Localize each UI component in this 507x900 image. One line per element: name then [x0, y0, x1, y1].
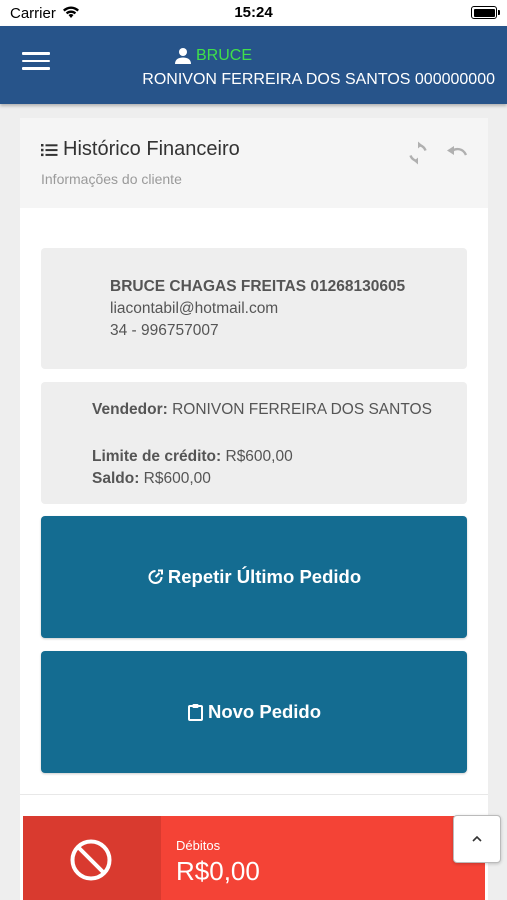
hamburger-icon[interactable] — [22, 52, 50, 74]
chevron-up-icon — [472, 835, 482, 842]
balance-value: R$600,00 — [139, 470, 211, 487]
debits-panel: Débitos R$0,00 — [23, 816, 485, 900]
battery-icon — [471, 6, 500, 19]
person-icon — [175, 48, 191, 64]
user-name: BRUCE — [196, 47, 253, 64]
client-email: liacontabil@hotmail.com — [110, 300, 279, 317]
debits-label: Débitos — [176, 838, 221, 853]
new-order-label: Novo Pedido — [207, 701, 322, 722]
client-name: BRUCE CHAGAS FREITAS 01268130605 — [110, 278, 406, 295]
divider — [20, 794, 488, 795]
card-header: Histórico Financeiro Informações do clie… — [20, 118, 488, 208]
credit-limit-row: Limite de crédito: R$600,00 — [92, 448, 293, 466]
status-bar: Carrier 15:24 — [0, 0, 507, 26]
client-phone: 34 - 996757007 — [110, 322, 219, 339]
app-bar: BRUCE RONIVON FERREIRA DOS SANTOS 000000… — [0, 26, 507, 104]
seller-value: RONIVON FERREIRA DOS SANTOS — [167, 401, 432, 418]
main-card: Histórico Financeiro Informações do clie… — [20, 118, 488, 900]
debits-icon-area — [23, 816, 161, 900]
user-row: BRUCE — [174, 44, 252, 68]
seller-row: Vendedor: RONIVON FERREIRA DOS SANTOS — [92, 401, 432, 419]
undo-icon[interactable] — [444, 140, 470, 166]
page-subtitle: Informações do cliente — [41, 171, 182, 187]
seller-label: Vendedor: — [92, 401, 168, 418]
list-icon — [41, 143, 58, 156]
debits-value: R$0,00 — [176, 856, 260, 886]
refresh-icon[interactable] — [405, 140, 431, 166]
page-title: Histórico Financeiro — [63, 138, 240, 160]
credit-limit-label: Limite de crédito: — [92, 448, 222, 465]
clock: 15:24 — [234, 4, 273, 21]
seller-line: RONIVON FERREIRA DOS SANTOS 000000000 — [142, 71, 495, 88]
vendor-info-box: Vendedor: RONIVON FERREIRA DOS SANTOS Li… — [41, 382, 467, 504]
repeat-last-order-button[interactable]: Repetir Último Pedido — [41, 516, 467, 638]
credit-limit-value: R$600,00 — [221, 448, 293, 465]
client-info-box: BRUCE CHAGAS FREITAS 01268130605 liacont… — [41, 248, 467, 369]
repeat-last-order-label: Repetir Último Pedido — [167, 566, 362, 587]
ban-icon — [70, 839, 112, 881]
repeat-icon — [148, 569, 163, 584]
balance-row: Saldo: R$600,00 — [92, 470, 211, 488]
balance-label: Saldo: — [92, 470, 140, 487]
new-order-button[interactable]: Novo Pedido — [41, 651, 467, 773]
clipboard-icon — [187, 704, 203, 721]
scroll-top-button[interactable] — [453, 815, 501, 863]
